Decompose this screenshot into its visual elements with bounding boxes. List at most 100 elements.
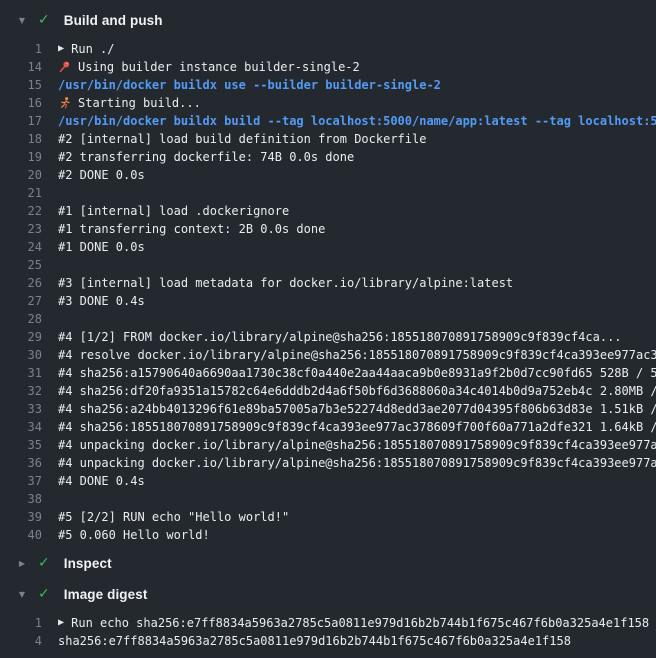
line-body: #1 [internal] load .dockerignore [58,202,656,220]
section-header[interactable]: ▼ ✓ Image digest [0,582,656,606]
line-number[interactable]: 39 [0,508,42,526]
log-text: #4 sha256:a15790640a6690aa1730c38cf0a440… [58,364,656,382]
log-line: 20 #2 DONE 0.0s [0,166,656,184]
line-body: #1 transferring context: 2B 0.0s done [58,220,656,238]
section-title: Build and push [64,13,163,28]
line-body: #5 [2/2] RUN echo "Hello world!" [58,508,656,526]
log-text: #2 transferring dockerfile: 74B 0.0s don… [58,148,354,166]
log-line: 22 #1 [internal] load .dockerignore [0,202,656,220]
log-text: #3 [internal] load metadata for docker.i… [58,274,513,292]
chevron-right-icon[interactable]: ▶ [16,559,28,568]
line-number[interactable]: 17 [0,112,42,130]
log-line: 34 #4 sha256:185518070891758909c9f839cf4… [0,418,656,436]
section-title: Inspect [64,556,112,571]
line-body: #4 unpacking docker.io/library/alpine@sh… [58,454,656,472]
line-number[interactable]: 29 [0,328,42,346]
log-text: #4 DONE 0.4s [58,472,145,490]
log-text: Run ./ [71,40,114,58]
line-body: #5 0.060 Hello world! [58,526,656,544]
line-body: #4 DONE 0.4s [58,472,656,490]
log-line: 26 #3 [internal] load metadata for docke… [0,274,656,292]
log-text: #5 0.060 Hello world! [58,526,210,544]
chevron-down-icon[interactable]: ▼ [16,590,28,599]
log-line: 40 #5 0.060 Hello world! [0,526,656,544]
log-line: 21 [0,184,656,202]
line-number[interactable]: 15 [0,76,42,94]
line-number[interactable]: 33 [0,400,42,418]
line-number[interactable]: 36 [0,454,42,472]
line-body: #4 resolve docker.io/library/alpine@sha2… [58,346,656,364]
log-line: 4 sha256:e7ff8834a5963a2785c5a0811e979d1… [0,632,656,650]
line-number[interactable]: 40 [0,526,42,544]
section-title: Image digest [64,587,148,602]
line-body [58,256,656,274]
line-body: #3 DONE 0.4s [58,292,656,310]
line-body: Using builder instance builder-single-2 [58,58,656,76]
log-line: 19 #2 transferring dockerfile: 74B 0.0s … [0,148,656,166]
section-header[interactable]: ▶ ✓ Inspect [0,551,656,575]
line-number[interactable]: 23 [0,220,42,238]
log-line: 37 #4 DONE 0.4s [0,472,656,490]
log-line: 35 #4 unpacking docker.io/library/alpine… [0,436,656,454]
line-number[interactable]: 1 [0,614,42,632]
line-number[interactable]: 14 [0,58,42,76]
log-line: 14 Using builder instance builder-single… [0,58,656,76]
line-body: #4 unpacking docker.io/library/alpine@sh… [58,436,656,454]
section-inspect: ▶ ✓ Inspect [0,551,656,575]
log-line: 27 #3 DONE 0.4s [0,292,656,310]
log-line: 33 #4 sha256:a24bb4013296f61e89ba57005a7… [0,400,656,418]
log-text: #4 sha256:185518070891758909c9f839cf4ca3… [58,418,656,436]
chevron-down-icon[interactable]: ▼ [16,16,28,25]
line-body: #2 DONE 0.0s [58,166,656,184]
line-number[interactable]: 31 [0,364,42,382]
line-number[interactable]: 27 [0,292,42,310]
log-line: 32 #4 sha256:df20fa9351a15782c64e6dddb2d… [0,382,656,400]
line-body: #2 [internal] load build definition from… [58,130,656,148]
line-body: /usr/bin/docker buildx build --tag local… [58,112,656,130]
line-number[interactable]: 32 [0,382,42,400]
log-line: 23 #1 transferring context: 2B 0.0s done [0,220,656,238]
line-number[interactable]: 38 [0,490,42,508]
log-line: 29 #4 [1/2] FROM docker.io/library/alpin… [0,328,656,346]
log-text: #4 resolve docker.io/library/alpine@sha2… [58,346,656,364]
line-number[interactable]: 1 [0,40,42,58]
line-body: #4 sha256:a24bb4013296f61e89ba57005a7b3e… [58,400,656,418]
log-text: #4 unpacking docker.io/library/alpine@sh… [58,436,656,454]
section-log-lines: 1 ▶ Run ./ 14 Using builder instance bui… [0,40,656,544]
section-log-lines: 1 ▶ Run echo sha256:e7ff8834a5963a2785c5… [0,614,656,650]
line-body [58,490,656,508]
line-number[interactable]: 20 [0,166,42,184]
log-text: /usr/bin/docker buildx use --builder bui… [58,76,441,94]
line-number[interactable]: 35 [0,436,42,454]
line-number[interactable]: 34 [0,418,42,436]
log-text: #5 [2/2] RUN echo "Hello world!" [58,508,289,526]
line-number[interactable]: 19 [0,148,42,166]
group-expander-icon[interactable]: ▶ [58,40,64,58]
line-body: Starting build... [58,94,656,112]
line-number[interactable]: 21 [0,184,42,202]
runner-icon [58,96,71,110]
line-number[interactable]: 22 [0,202,42,220]
log-line: 38 [0,490,656,508]
log-text: #4 [1/2] FROM docker.io/library/alpine@s… [58,328,622,346]
pushpin-icon [58,60,71,74]
line-body: #1 DONE 0.0s [58,238,656,256]
line-number[interactable]: 30 [0,346,42,364]
line-number[interactable]: 25 [0,256,42,274]
line-number[interactable]: 16 [0,94,42,112]
group-expander-icon[interactable]: ▶ [58,614,64,632]
line-number[interactable]: 37 [0,472,42,490]
log-text: #4 sha256:a24bb4013296f61e89ba57005a7b3e… [58,400,656,418]
section-header[interactable]: ▼ ✓ Build and push [0,8,656,32]
log-line: 24 #1 DONE 0.0s [0,238,656,256]
log-text: #3 DONE 0.4s [58,292,145,310]
line-number[interactable]: 18 [0,130,42,148]
success-check-icon: ✓ [38,586,50,602]
line-number[interactable]: 26 [0,274,42,292]
line-number[interactable]: 24 [0,238,42,256]
log-text: #1 [internal] load .dockerignore [58,202,289,220]
line-number[interactable]: 28 [0,310,42,328]
line-number[interactable]: 4 [0,632,42,650]
line-body: #4 sha256:185518070891758909c9f839cf4ca3… [58,418,656,436]
log-line: 15 /usr/bin/docker buildx use --builder … [0,76,656,94]
